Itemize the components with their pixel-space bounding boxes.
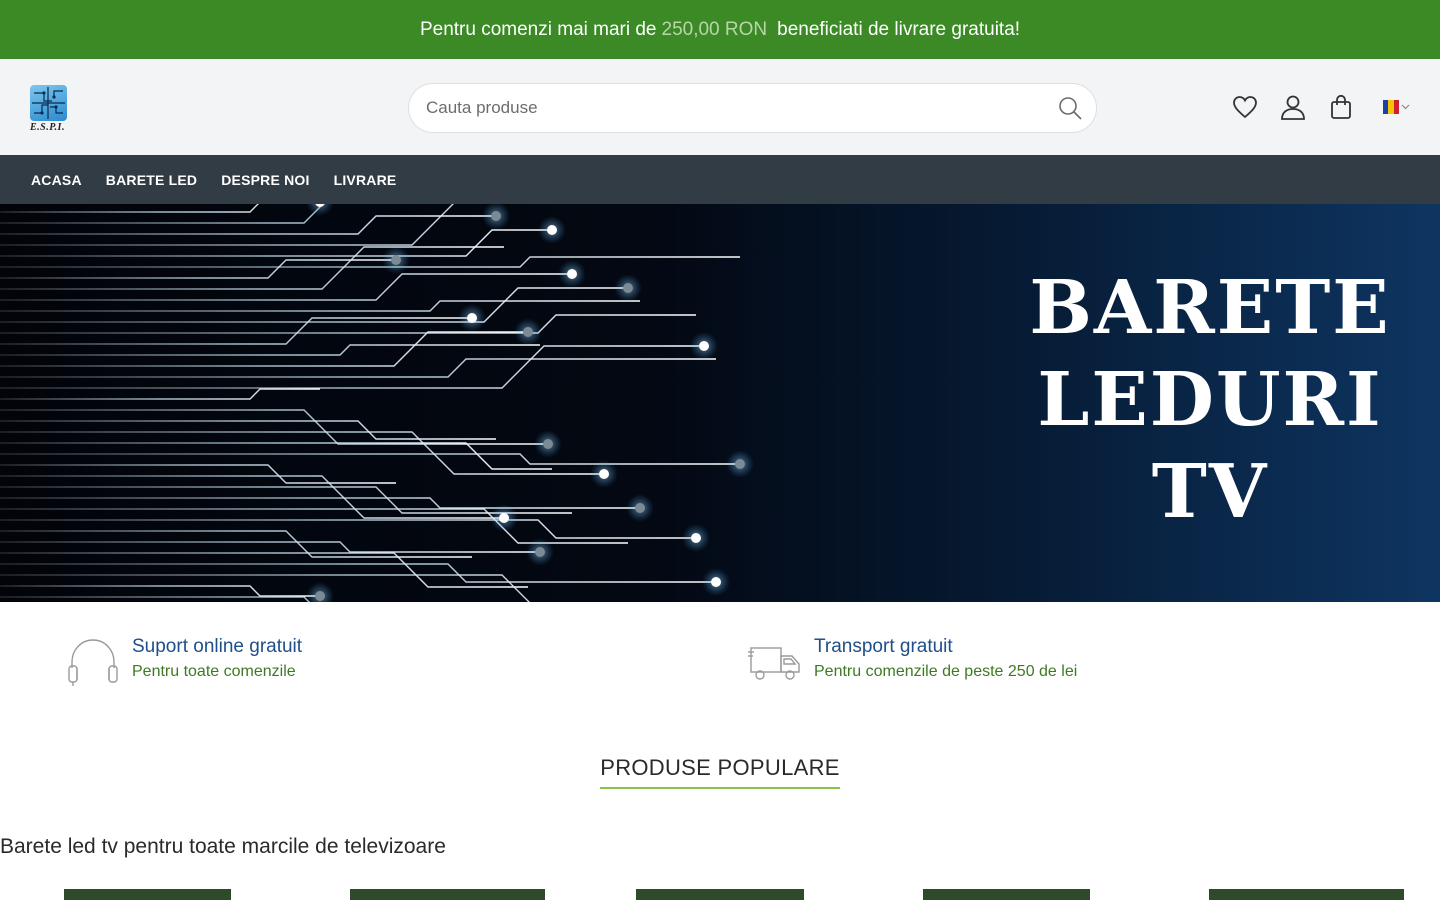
search-icon — [1059, 97, 1082, 120]
circuit-trace — [0, 552, 528, 588]
language-selector[interactable] — [1383, 100, 1410, 114]
promo-text-after: beneficiati de livrare gratuita! — [777, 18, 1021, 40]
circuit-trace — [0, 204, 454, 246]
circuit-trace — [0, 287, 628, 323]
nav-item-livrare[interactable]: LIVRARE — [334, 172, 397, 188]
heart-icon — [1233, 96, 1257, 119]
account-button[interactable] — [1279, 93, 1307, 121]
section-heading: PRODUSE POPULARE — [0, 755, 1440, 789]
circuit-node — [599, 469, 609, 479]
logo-text: E.S.P.I. — [30, 122, 65, 133]
circuit-node — [691, 533, 701, 543]
nav-item-barete-led[interactable]: BARETE LED — [106, 172, 197, 188]
circuit-trace — [0, 431, 604, 475]
circuit-node — [315, 591, 325, 601]
circuit-trace — [0, 453, 740, 465]
logo-circuit-icon — [30, 85, 67, 121]
feature-support-subtitle: Pentru toate comenzile — [132, 663, 296, 680]
hero-title: BARETE LEDURI TV — [990, 262, 1430, 538]
circuit-node — [391, 255, 401, 265]
truck-icon — [748, 647, 800, 680]
hero-line-1: BARETE — [1029, 265, 1391, 351]
hero-banner[interactable]: BARETE LEDURI TV — [0, 204, 1440, 602]
product-card[interactable] — [1209, 889, 1404, 900]
romania-flag-icon — [1383, 100, 1399, 114]
circuit-trace — [0, 574, 530, 602]
header-actions — [1231, 93, 1410, 121]
features-strip: Suport online gratuit Pentru toate comen… — [0, 602, 1440, 720]
circuit-trace — [0, 497, 640, 509]
user-icon — [1281, 95, 1305, 120]
feature-support: Suport online gratuit Pentru toate comen… — [66, 636, 302, 690]
circuit-trace — [0, 464, 396, 484]
circuit-trace — [0, 585, 320, 597]
search-input[interactable] — [409, 84, 1046, 132]
feature-support-title: Suport online gratuit — [132, 636, 303, 657]
circuit-trace — [0, 345, 704, 389]
circuit-node — [523, 327, 533, 337]
circuit-trace — [0, 541, 540, 553]
cart-icon — [1331, 94, 1351, 119]
circuit-trace — [0, 300, 640, 312]
wishlist-button[interactable] — [1231, 93, 1259, 121]
feature-transport: Transport gratuit Pentru comenzile de pe… — [748, 636, 1077, 690]
circuit-node — [547, 225, 557, 235]
section-subtitle: Barete led tv pentru toate marcile de te… — [0, 835, 446, 858]
hero-line-2: LEDURI — [1037, 357, 1383, 443]
promo-text-before: Pentru comenzi mai mari de — [419, 18, 657, 40]
product-card[interactable] — [923, 889, 1090, 900]
circuit-trace — [0, 388, 320, 400]
circuit-trace — [0, 344, 540, 356]
circuit-node — [535, 547, 545, 557]
circuit-node — [735, 459, 745, 469]
promo-banner: Pentru comenzi mai mari de 250,00 RON be… — [0, 0, 1440, 59]
circuit-node — [623, 283, 633, 293]
circuit-trace — [0, 204, 324, 224]
cart-button[interactable] — [1327, 93, 1355, 121]
circuit-trace — [0, 246, 504, 290]
circuit-node — [467, 313, 477, 323]
circuit-trace — [0, 519, 696, 539]
chevron-down-icon — [1401, 104, 1410, 110]
circuit-node — [567, 269, 577, 279]
circuit-node — [635, 503, 645, 513]
circuit-node — [499, 513, 509, 523]
hero-line-3: TV — [1151, 449, 1269, 535]
circuit-node — [543, 439, 553, 449]
product-card[interactable] — [636, 889, 804, 900]
feature-transport-subtitle: Pentru comenzile de peste 250 de lei — [814, 663, 1078, 680]
product-grid — [0, 889, 1440, 900]
popular-products-title: PRODUSE POPULARE — [600, 755, 840, 789]
product-card[interactable] — [64, 889, 231, 900]
main-nav: ACASA BARETE LED DESPRE NOI LIVRARE — [0, 155, 1440, 204]
circuit-node — [711, 577, 721, 587]
circuit-trace — [0, 358, 716, 378]
circuit-trace — [0, 215, 496, 235]
circuit-trace — [0, 256, 740, 268]
circuit-trace — [0, 331, 528, 367]
circuit-trace — [0, 475, 504, 519]
nav-item-despre-noi[interactable]: DESPRE NOI — [221, 172, 309, 188]
circuit-trace — [0, 420, 496, 440]
feature-transport-title: Transport gratuit — [814, 636, 953, 657]
promo-amount: 250,00 RON — [661, 18, 768, 40]
circuit-trace — [0, 508, 628, 544]
product-card[interactable] — [350, 889, 545, 900]
circuit-node — [491, 211, 501, 221]
nav-item-acasa[interactable]: ACASA — [31, 172, 82, 188]
headphones-icon — [68, 639, 118, 686]
circuit-trace — [0, 563, 716, 583]
search-bar — [408, 83, 1097, 133]
header: E.S.P.I. — [0, 59, 1440, 155]
logo[interactable]: E.S.P.I. — [30, 85, 70, 133]
circuit-node — [699, 341, 709, 351]
circuit-trace — [0, 204, 259, 213]
search-button[interactable] — [1046, 84, 1094, 132]
